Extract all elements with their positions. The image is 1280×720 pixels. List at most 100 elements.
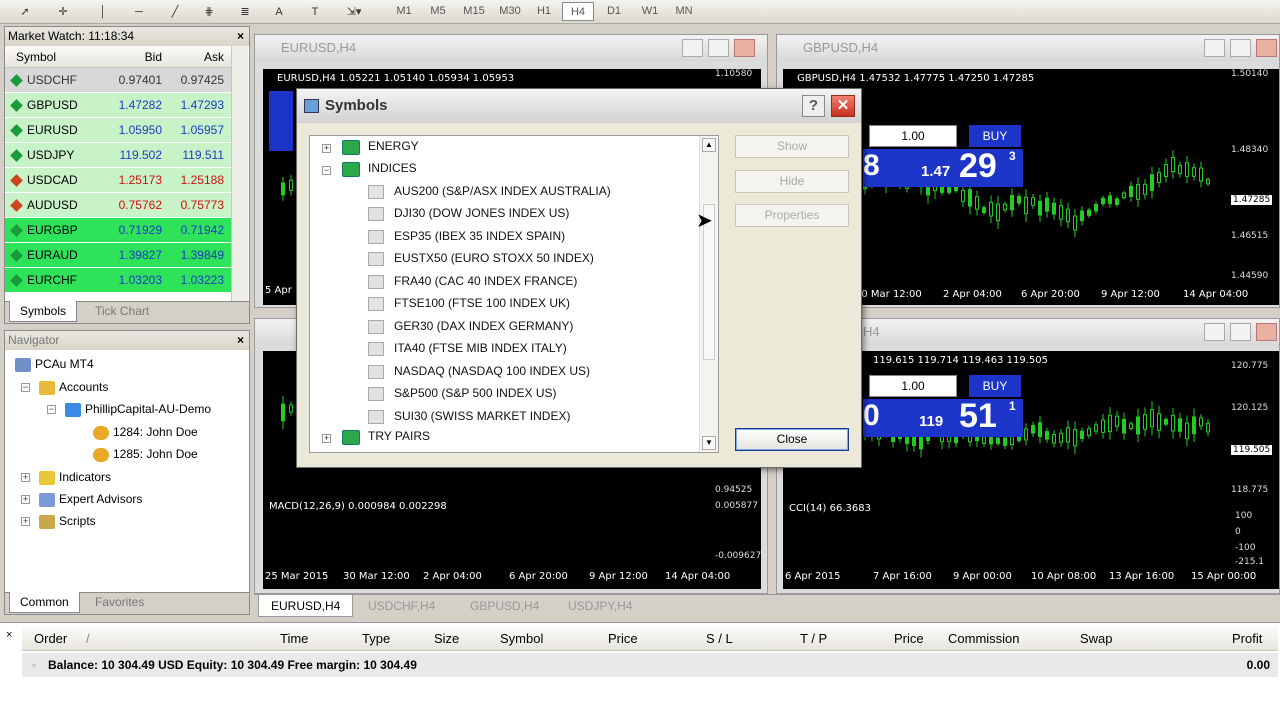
tree-item[interactable]: DJI30 (DOW JONES INDEX US) — [394, 203, 569, 224]
navigator-scripts[interactable]: Scripts — [39, 511, 96, 531]
buy-button[interactable]: BUY — [969, 375, 1021, 397]
ask-price-panel[interactable]: 0 119 51 1 — [863, 397, 1023, 437]
channel-icon[interactable]: ⋕ — [200, 3, 218, 21]
close-icon[interactable]: × — [237, 27, 244, 46]
close-icon[interactable] — [734, 39, 755, 57]
vertical-line-icon[interactable]: │ — [94, 3, 112, 21]
text-label-icon[interactable]: T — [306, 3, 324, 21]
timeframe-w1[interactable]: W1 — [634, 2, 666, 21]
crosshair-icon[interactable]: ✛ — [54, 3, 72, 21]
hide-button[interactable]: Hide — [735, 170, 849, 193]
tree-group-try-pairs[interactable]: TRY PAIRS — [368, 426, 430, 447]
minimize-icon[interactable] — [682, 39, 703, 57]
navigator-expert-advisors[interactable]: Expert Advisors — [39, 489, 142, 509]
tree-item[interactable]: AUS200 (S&P/ASX INDEX AUSTRALIA) — [394, 181, 611, 202]
chart-tab-usdjpy[interactable]: USDJPY,H4 — [556, 595, 644, 617]
table-row[interactable]: EURGBP 0.71929 0.71942 — [5, 218, 231, 243]
column-bid[interactable]: Bid — [104, 46, 166, 67]
tree-group-energy[interactable]: ENERGY — [368, 136, 419, 157]
column-symbol[interactable]: Symbol — [5, 46, 104, 67]
maximize-icon[interactable] — [708, 39, 729, 57]
expand-icon[interactable]: + — [21, 517, 30, 526]
column-type[interactable]: Type — [362, 631, 390, 646]
tab-common[interactable]: Common — [9, 592, 80, 613]
column-price[interactable]: Price — [608, 631, 638, 646]
minimize-icon[interactable] — [1204, 323, 1225, 341]
close-icon[interactable]: ✕ — [831, 95, 855, 117]
close-icon[interactable]: × — [6, 629, 12, 641]
close-icon[interactable] — [1256, 323, 1277, 341]
tree-item[interactable]: SUI30 (SWISS MARKET INDEX) — [394, 406, 570, 427]
expand-icon[interactable]: + — [322, 144, 331, 153]
column-commission[interactable]: Commission — [948, 631, 1020, 646]
table-row[interactable]: EURCHF 1.03203 1.03223 — [5, 268, 231, 293]
trade-panel-fragment[interactable] — [269, 91, 293, 151]
horizontal-line-icon[interactable]: ─ — [130, 3, 148, 21]
trendline-icon[interactable]: ╱ — [166, 3, 184, 21]
expand-icon[interactable]: + — [21, 495, 30, 504]
expand-icon[interactable]: + — [322, 434, 331, 443]
tree-item[interactable]: GER30 (DAX INDEX GERMANY) — [394, 316, 573, 337]
timeframe-mn[interactable]: MN — [668, 2, 700, 21]
tab-tick-chart[interactable]: Tick Chart — [85, 301, 159, 322]
close-button[interactable]: Close — [735, 428, 849, 451]
lot-size-input[interactable]: 1.00 — [869, 375, 957, 397]
help-button[interactable]: ? — [802, 95, 825, 117]
collapse-icon[interactable]: − — [322, 166, 331, 175]
tree-item[interactable]: FTSE100 (FTSE 100 INDEX UK) — [394, 293, 570, 314]
minimize-icon[interactable] — [1204, 39, 1225, 57]
navigator-root[interactable]: PCAu MT4 — [15, 354, 94, 374]
timeframe-d1[interactable]: D1 — [598, 2, 630, 21]
tree-item[interactable]: FRA40 (CAC 40 INDEX FRANCE) — [394, 271, 577, 292]
navigator-accounts[interactable]: Accounts — [39, 377, 108, 397]
timeframe-m5[interactable]: M5 — [422, 2, 454, 21]
lot-size-input[interactable]: 1.00 — [869, 125, 957, 147]
table-row[interactable]: AUDUSD 0.75762 0.75773 — [5, 193, 231, 218]
expand-icon[interactable]: + — [21, 473, 30, 482]
balance-row[interactable]: ◦ Balance: 10 304.49 USD Equity: 10 304.… — [22, 653, 1278, 677]
tree-group-indices[interactable]: INDICES — [368, 158, 417, 179]
navigator-account-1284[interactable]: 1284: John Doe — [93, 422, 198, 442]
scroll-down-icon[interactable]: ▼ — [702, 436, 716, 450]
tab-favorites[interactable]: Favorites — [85, 592, 154, 613]
tree-item[interactable]: ESP35 (IBEX 35 INDEX SPAIN) — [394, 226, 565, 247]
column-swap[interactable]: Swap — [1080, 631, 1113, 646]
column-tp[interactable]: T / P — [800, 631, 827, 646]
buy-button[interactable]: BUY — [969, 125, 1021, 147]
column-order[interactable]: Order — [34, 631, 67, 646]
close-icon[interactable] — [1256, 39, 1277, 57]
fibonacci-icon[interactable]: ≣ — [236, 3, 254, 21]
timeframe-m30[interactable]: M30 — [494, 2, 526, 21]
table-row[interactable]: USDCAD 1.25173 1.25188 — [5, 168, 231, 193]
navigator-server[interactable]: PhillipCapital-AU-Demo — [65, 399, 211, 419]
navigator-indicators[interactable]: Indicators — [39, 467, 111, 487]
column-profit[interactable]: Profit — [1232, 631, 1262, 646]
column-time[interactable]: Time — [280, 631, 308, 646]
chart-tab-eurusd[interactable]: EURUSD,H4 — [258, 595, 354, 617]
timeframe-h4[interactable]: H4 — [562, 2, 594, 21]
column-sl[interactable]: S / L — [706, 631, 733, 646]
tree-item[interactable]: NASDAQ (NASDAQ 100 INDEX US) — [394, 361, 590, 382]
maximize-icon[interactable] — [1230, 323, 1251, 341]
cursor-icon[interactable]: ➚ — [16, 3, 34, 21]
table-row[interactable]: EURAUD 1.39827 1.39849 — [5, 243, 231, 268]
navigator-account-1285[interactable]: 1285: John Doe — [93, 444, 198, 464]
tree-item[interactable]: S&P500 (S&P 500 INDEX US) — [394, 383, 557, 404]
column-ask[interactable]: Ask — [166, 46, 230, 67]
timeframe-h1[interactable]: H1 — [528, 2, 560, 21]
table-row[interactable]: EURUSD 1.05950 1.05957 — [5, 118, 231, 143]
tab-symbols[interactable]: Symbols — [9, 301, 78, 322]
arrows-icon[interactable]: ⇲▾ — [340, 3, 368, 21]
column-symbol[interactable]: Symbol — [500, 631, 543, 646]
tree-scrollbar[interactable]: ▲ ▼ — [699, 136, 718, 452]
properties-button[interactable]: Properties — [735, 204, 849, 227]
column-size[interactable]: Size — [434, 631, 459, 646]
scroll-up-icon[interactable]: ▲ — [702, 138, 716, 152]
text-icon[interactable]: A — [270, 3, 288, 21]
show-button[interactable]: Show — [735, 135, 849, 158]
table-row[interactable]: GBPUSD 1.47282 1.47293 — [5, 93, 231, 118]
ask-price-panel[interactable]: 8 1.47 29 3 — [863, 147, 1023, 187]
column-price-current[interactable]: Price — [894, 631, 924, 646]
timeframe-m15[interactable]: M15 — [458, 2, 490, 21]
table-row[interactable]: USDJPY 119.502 119.511 — [5, 143, 231, 168]
